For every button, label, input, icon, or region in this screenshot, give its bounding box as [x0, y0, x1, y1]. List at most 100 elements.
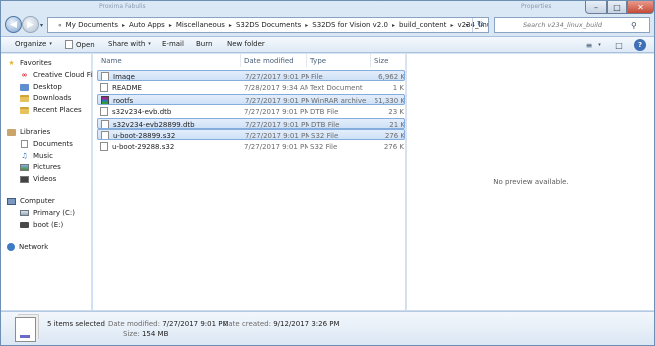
- organize-menu-button[interactable]: Organize ▾: [15, 40, 52, 48]
- breadcrumb-s32ds-documents[interactable]: S32DS Documents ▸: [236, 21, 312, 29]
- pictures-icon: [20, 163, 29, 171]
- file-icon: [101, 72, 109, 80]
- file-type: WinRAR archive: [311, 96, 367, 105]
- file-date: 7/28/2017 9:34 AM: [244, 83, 308, 92]
- new-folder-button[interactable]: New folder: [227, 40, 265, 48]
- view-icon: ≡: [585, 40, 593, 50]
- background-window-title: Proxima Fabulis: [99, 3, 146, 10]
- column-header-size[interactable]: Size: [371, 54, 405, 67]
- star-icon: ★: [8, 59, 15, 67]
- close-button[interactable]: ✕: [627, 1, 654, 14]
- file-type: Text Document: [310, 83, 363, 92]
- selection-count: 5 items selected: [47, 320, 105, 328]
- file-size: 276 K: [384, 131, 405, 140]
- file-row-s32v234-evb28899-dtb[interactable]: s32v234-evb28899.dtb 7/27/2017 9:01 PM D…: [97, 118, 405, 129]
- refresh-icon: ↻: [476, 20, 485, 30]
- address-history-dropdown[interactable]: ▾: [462, 18, 472, 32]
- burn-button[interactable]: Burn: [196, 40, 212, 48]
- explorer-window: Proxima Fabulis Properties – □ ✕ ◀ ▶ ▾ «…: [0, 0, 655, 346]
- downloads-folder-icon: [20, 94, 29, 102]
- change-view-button[interactable]: ≡: [584, 39, 594, 51]
- sidebar-network[interactable]: Network: [7, 242, 98, 252]
- breadcrumb-auto-apps[interactable]: Auto Apps ▸: [129, 21, 176, 29]
- multiple-files-icon: [15, 317, 36, 342]
- size-label: Size:: [123, 330, 140, 338]
- file-type: S32 File: [310, 142, 338, 151]
- sidebar-computer[interactable]: Computer: [7, 196, 98, 206]
- sidebar-libraries[interactable]: Libraries: [7, 127, 98, 137]
- size-value: 154 MB: [141, 330, 169, 338]
- column-header-type[interactable]: Type: [307, 54, 371, 67]
- file-row-rootfs[interactable]: rootfs 7/27/2017 9:01 PM WinRAR archive …: [97, 94, 405, 105]
- file-icon: [101, 131, 109, 139]
- breadcrumb-overflow[interactable]: «: [58, 22, 62, 29]
- maximize-button[interactable]: □: [607, 1, 627, 14]
- file-type: DTB File: [310, 107, 339, 116]
- date-modified-label: Date modified:: [108, 320, 160, 328]
- date-created-value: 9/12/2017 3:26 PM: [273, 320, 340, 328]
- file-type: File: [311, 72, 323, 81]
- file-row-image[interactable]: Image 7/27/2017 9:01 PM File 6,962 K: [97, 70, 405, 81]
- file-name: u-boot-28899.s32: [113, 131, 176, 140]
- file-name: s32v234-evb28899.dtb: [113, 120, 195, 129]
- preview-message: No preview available.: [493, 178, 569, 186]
- file-size: 23 K: [388, 107, 404, 116]
- help-icon: ?: [637, 41, 643, 49]
- share-with-menu-button[interactable]: Share with ▾: [108, 40, 151, 48]
- help-button[interactable]: ?: [634, 39, 646, 51]
- file-name: rootfs: [113, 96, 134, 105]
- file-size: 276 K: [383, 142, 404, 151]
- file-size: 6,962 K: [378, 72, 405, 81]
- file-row-s32v234-evb-dtb[interactable]: s32v234-evb.dtb 7/27/2017 9:01 PM DTB Fi…: [97, 106, 405, 117]
- column-header-name[interactable]: Name: [93, 54, 241, 67]
- navigation-pane: ★ Favorites ∞ Creative Cloud Files Desktop…: [1, 54, 102, 310]
- documents-icon: [21, 140, 28, 148]
- search-icon[interactable]: ⚲: [631, 21, 637, 30]
- music-icon: ♫: [21, 152, 28, 160]
- address-bar[interactable]: « My Documents ▸ Auto Apps ▸ Miscellaneous…: [47, 17, 489, 33]
- file-row-readme[interactable]: README 7/28/2017 9:34 AM Text Document 1…: [97, 82, 405, 93]
- background-window-title-right: Properties: [521, 3, 552, 10]
- network-icon: [7, 243, 15, 251]
- breadcrumb-my-documents[interactable]: My Documents ▸: [66, 21, 129, 29]
- back-button[interactable]: ◀: [5, 16, 22, 33]
- search-input[interactable]: [495, 21, 635, 29]
- file-date: 7/27/2017 9:01 PM: [245, 72, 309, 81]
- creative-cloud-icon: ∞: [21, 71, 28, 79]
- usb-drive-icon: [20, 222, 29, 228]
- file-icon: [100, 142, 108, 151]
- file-row-u-boot-28899[interactable]: u-boot-28899.s32 7/27/2017 9:01 PM S32 F…: [97, 129, 405, 140]
- details-pane: 5 items selected Date modified: 7/27/201…: [1, 311, 654, 345]
- breadcrumb-s32ds-for-vision[interactable]: S32DS for Vision v2.0 ▸: [312, 21, 399, 29]
- preview-pane-button[interactable]: □: [614, 39, 624, 51]
- column-header-date-modified[interactable]: Date modified: [241, 54, 307, 67]
- file-icon: [101, 120, 109, 128]
- search-box[interactable]: ⚲: [494, 17, 650, 33]
- open-button[interactable]: Open: [65, 40, 95, 49]
- sidebar-favorites[interactable]: ★ Favorites: [7, 58, 98, 68]
- view-options-dropdown[interactable]: ▾: [596, 39, 603, 51]
- breadcrumb-build-content[interactable]: build_content ▸: [399, 21, 458, 29]
- recent-pages-dropdown[interactable]: ▾: [40, 22, 43, 29]
- recent-places-icon: [20, 106, 29, 114]
- file-icon: [100, 107, 108, 116]
- file-name: u-boot-29288.s32: [112, 142, 175, 151]
- back-arrow-icon: ◀: [10, 19, 17, 30]
- computer-icon: [7, 197, 16, 205]
- file-date: 7/27/2017 9:01 PM: [244, 142, 308, 151]
- email-button[interactable]: E-mail: [162, 40, 184, 48]
- date-created-label: Date created:: [223, 320, 271, 328]
- command-bar: Organize ▾ Open Share with ▾ E-mail Burn N…: [1, 36, 654, 53]
- file-name: Image: [113, 72, 135, 81]
- libraries-icon: [7, 128, 16, 136]
- refresh-button[interactable]: ↻: [472, 18, 488, 32]
- forward-button[interactable]: ▶: [22, 16, 39, 33]
- file-name: s32v234-evb.dtb: [112, 107, 172, 116]
- forward-arrow-icon: ▶: [27, 19, 34, 30]
- file-size: 1 K: [392, 83, 404, 92]
- file-row-u-boot-29288[interactable]: u-boot-29288.s32 7/27/2017 9:01 PM S32 F…: [97, 141, 405, 152]
- breadcrumb-miscellaneous[interactable]: Miscellaneous ▸: [176, 21, 236, 29]
- text-file-icon: [100, 83, 108, 92]
- minimize-button[interactable]: –: [585, 1, 607, 14]
- file-size: 151,330 K: [375, 96, 405, 105]
